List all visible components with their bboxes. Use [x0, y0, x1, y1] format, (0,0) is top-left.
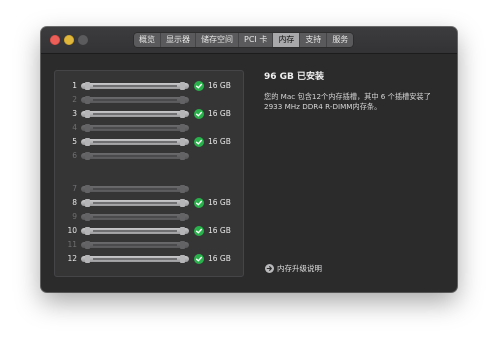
checkmark-icon	[194, 81, 204, 91]
close-button[interactable]	[50, 35, 60, 45]
tab-overview[interactable]: 概览	[134, 33, 161, 47]
memory-slot-10: 10 16 GB	[55, 226, 243, 236]
slot-capacity: 16 GB	[208, 254, 231, 263]
memory-module-graphic	[81, 227, 189, 235]
tab-displays[interactable]: 显示器	[161, 33, 196, 47]
slot-number: 7	[72, 184, 77, 193]
memory-slot-12: 12 16 GB	[55, 254, 243, 264]
slot-number: 6	[72, 151, 77, 160]
slot-number: 8	[72, 198, 77, 207]
memory-module-graphic	[81, 110, 189, 118]
empty-slot-graphic	[81, 185, 189, 193]
checkmark-icon	[194, 137, 204, 147]
minimize-button[interactable]	[64, 35, 74, 45]
checkmark-icon	[194, 226, 204, 236]
memory-slot-4: 4	[55, 123, 243, 133]
slot-capacity: 16 GB	[208, 109, 231, 118]
title-bar: 概览 显示器 储存空间 PCI 卡 内存 支持 服务	[41, 27, 457, 54]
slot-number: 9	[72, 212, 77, 221]
empty-slot-graphic	[81, 124, 189, 132]
memory-slots-panel: 1 16 GB 2 3 16 GB 4 5 16 GB 6 7 8 16 GB 9 10 16 GB 11 12…	[54, 70, 244, 277]
slot-number: 10	[67, 226, 77, 235]
slot-capacity: 16 GB	[208, 198, 231, 207]
tab-pci-cards[interactable]: PCI 卡	[239, 33, 274, 47]
memory-module-graphic	[81, 255, 189, 263]
memory-upgrade-instructions-link[interactable]: 内存升级说明	[265, 263, 322, 273]
tab-support[interactable]: 支持	[300, 33, 328, 47]
tab-memory[interactable]: 内存	[273, 33, 301, 47]
tab-service[interactable]: 服务	[327, 33, 353, 47]
slot-number: 2	[72, 95, 77, 104]
checkmark-icon	[194, 109, 204, 119]
checkmark-icon	[194, 198, 204, 208]
about-this-mac-window: 概览 显示器 储存空间 PCI 卡 内存 支持 服务 1 16 GB 2 3 16 GB…	[41, 27, 457, 292]
checkmark-icon	[194, 254, 204, 264]
empty-slot-graphic	[81, 213, 189, 221]
memory-slot-2: 2	[55, 95, 243, 105]
slot-number: 1	[72, 81, 77, 90]
memory-slot-7: 7	[55, 184, 243, 194]
memory-module-graphic	[81, 82, 189, 90]
memory-slot-9: 9	[55, 212, 243, 222]
slot-number: 12	[67, 254, 77, 263]
slot-capacity: 16 GB	[208, 226, 231, 235]
memory-slot-1: 1 16 GB	[55, 81, 243, 91]
memory-slot-11: 11	[55, 240, 243, 250]
slot-number: 11	[67, 240, 77, 249]
memory-slot-8: 8 16 GB	[55, 198, 243, 208]
memory-slot-3: 3 16 GB	[55, 109, 243, 119]
upgrade-link-label: 内存升级说明	[277, 263, 322, 273]
zoom-button[interactable]	[78, 35, 88, 45]
empty-slot-graphic	[81, 241, 189, 249]
slot-number: 3	[72, 109, 77, 118]
empty-slot-graphic	[81, 96, 189, 104]
slot-number: 5	[72, 137, 77, 146]
memory-slot-6: 6	[55, 151, 243, 161]
tab-bar: 概览 显示器 储存空间 PCI 卡 内存 支持 服务	[134, 33, 354, 47]
memory-slot-5: 5 16 GB	[55, 137, 243, 147]
memory-module-graphic	[81, 199, 189, 207]
slot-capacity: 16 GB	[208, 81, 231, 90]
memory-description: 您的 Mac 包含12个内存插槽，其中 6 个插槽安装了2933 MHz DDR…	[264, 92, 431, 111]
empty-slot-graphic	[81, 152, 189, 160]
slot-capacity: 16 GB	[208, 137, 231, 146]
memory-module-graphic	[81, 138, 189, 146]
memory-installed-title: 96 GB 已安装	[264, 72, 325, 82]
arrow-right-circle-icon	[265, 263, 274, 273]
tab-storage[interactable]: 储存空间	[196, 33, 239, 47]
slot-number: 4	[72, 123, 77, 132]
